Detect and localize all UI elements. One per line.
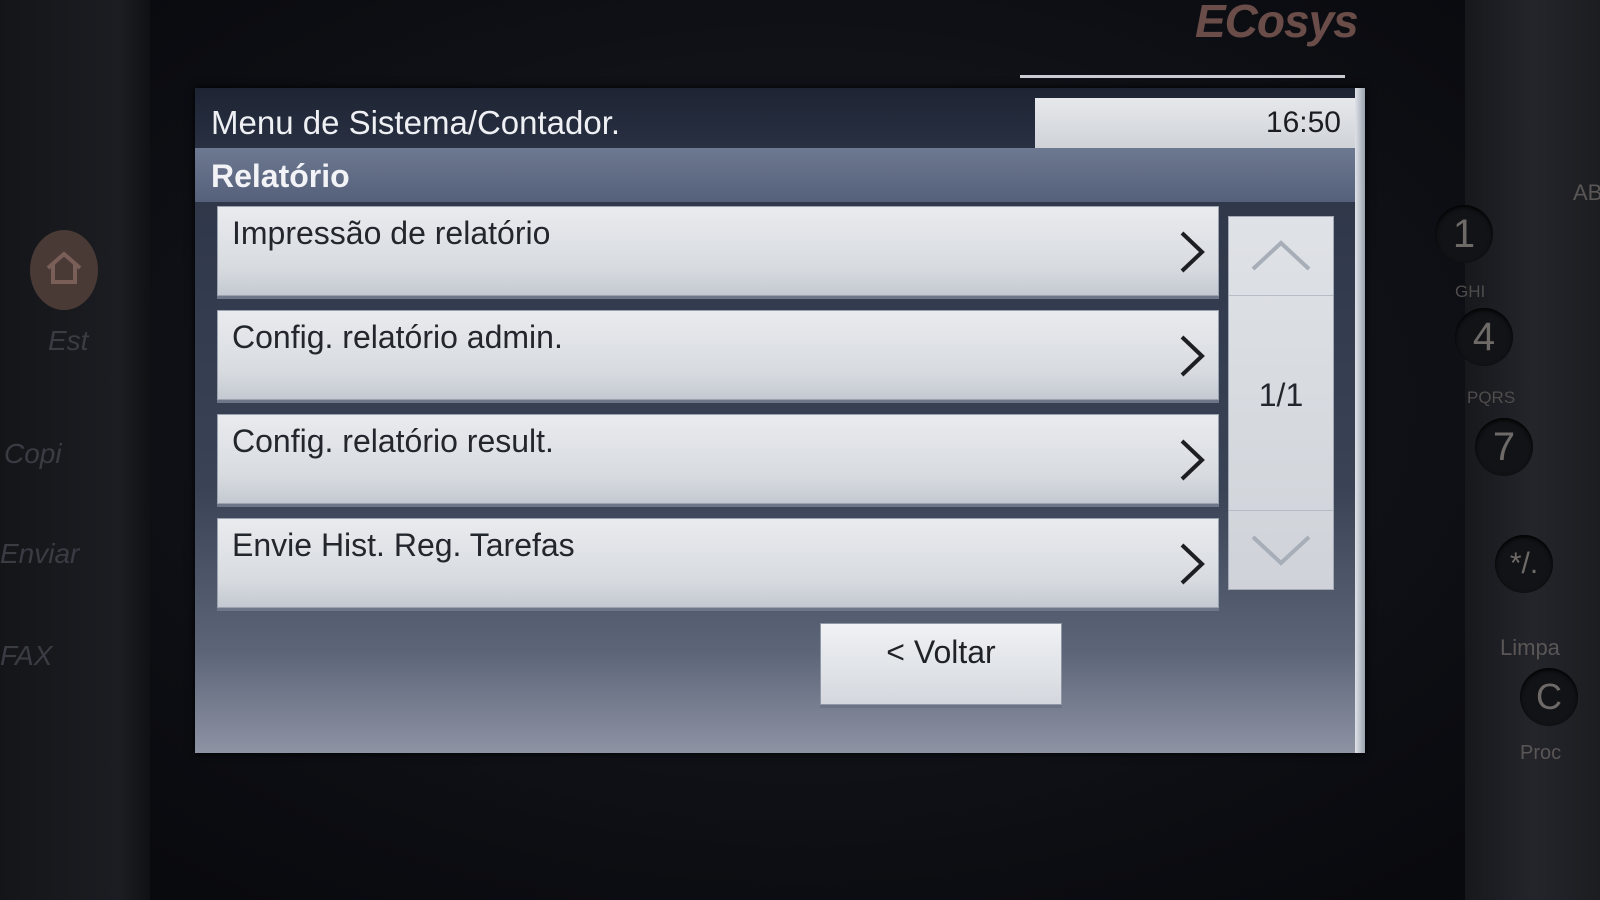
chevron-right-icon	[1180, 231, 1205, 273]
fax-key-label: FAX	[0, 640, 53, 671]
screen-edge	[1355, 88, 1365, 753]
page-scroller: 1/1	[1228, 216, 1334, 590]
page-indicator: 1/1	[1258, 377, 1304, 413]
chevron-down-icon	[1251, 535, 1311, 566]
menu-item-send-job-log[interactable]: Envie Hist. Reg. Tarefas	[217, 518, 1219, 608]
left-control-panel: Est Copi Enviar FAX	[0, 0, 150, 900]
section-title: Relatório	[211, 158, 350, 194]
home-button[interactable]	[30, 230, 98, 310]
menu-item-result-report-config[interactable]: Config. relatório result.	[217, 414, 1219, 504]
key-1[interactable]: 1	[1435, 205, 1493, 263]
key-4-letters: GHI	[1455, 282, 1486, 301]
status-key-label: Est	[48, 325, 89, 356]
back-button[interactable]: < Voltar	[820, 623, 1062, 705]
clock-box: 16:50	[1035, 98, 1365, 148]
send-key-label: Enviar	[0, 538, 80, 569]
chevron-right-icon	[1180, 335, 1205, 377]
page-title: Menu de Sistema/Contador.	[211, 104, 621, 141]
scroll-up-button[interactable]	[1229, 217, 1333, 296]
menu-item-label: Config. relatório admin.	[232, 319, 563, 355]
clear-button[interactable]: C	[1520, 668, 1578, 726]
clear-label: Limpa	[1500, 635, 1560, 660]
key-4[interactable]: 4	[1455, 308, 1513, 366]
menu-item-admin-report-config[interactable]: Config. relatório admin.	[217, 310, 1219, 400]
chevron-right-icon	[1180, 439, 1205, 481]
scroll-down-button[interactable]	[1229, 510, 1333, 589]
menu-item-label: Envie Hist. Reg. Tarefas	[232, 527, 575, 563]
abc-label: AB	[1573, 180, 1600, 205]
section-header: Relatório	[195, 148, 1365, 202]
menu-item-label: Impressão de relatório	[232, 215, 551, 251]
title-bar: Menu de Sistema/Contador. 16:50	[195, 88, 1365, 148]
menu-list: Impressão de relatório Config. relatório…	[217, 206, 1219, 622]
chevron-right-icon	[1180, 543, 1205, 585]
key-7-letters: PQRS	[1467, 388, 1516, 407]
bezel-highlight	[1020, 75, 1345, 78]
key-7[interactable]: 7	[1475, 418, 1533, 476]
menu-item-report-print[interactable]: Impressão de relatório	[217, 206, 1219, 296]
clock-time: 16:50	[1265, 106, 1341, 139]
menu-item-label: Config. relatório result.	[232, 423, 554, 459]
key-star-dot[interactable]: */.	[1495, 535, 1553, 593]
brand-logo: ECosys	[1195, 0, 1359, 47]
home-icon	[46, 251, 82, 284]
copy-key-label: Copi	[4, 438, 62, 469]
proc-label: Proc	[1520, 742, 1562, 764]
right-keypad-panel: AB 1 GHI 4 PQRS 7 */. Limpa C Proc	[1435, 0, 1600, 900]
chevron-up-icon	[1251, 240, 1311, 271]
lcd-screen: Menu de Sistema/Contador. 16:50 Relatóri…	[195, 88, 1365, 753]
